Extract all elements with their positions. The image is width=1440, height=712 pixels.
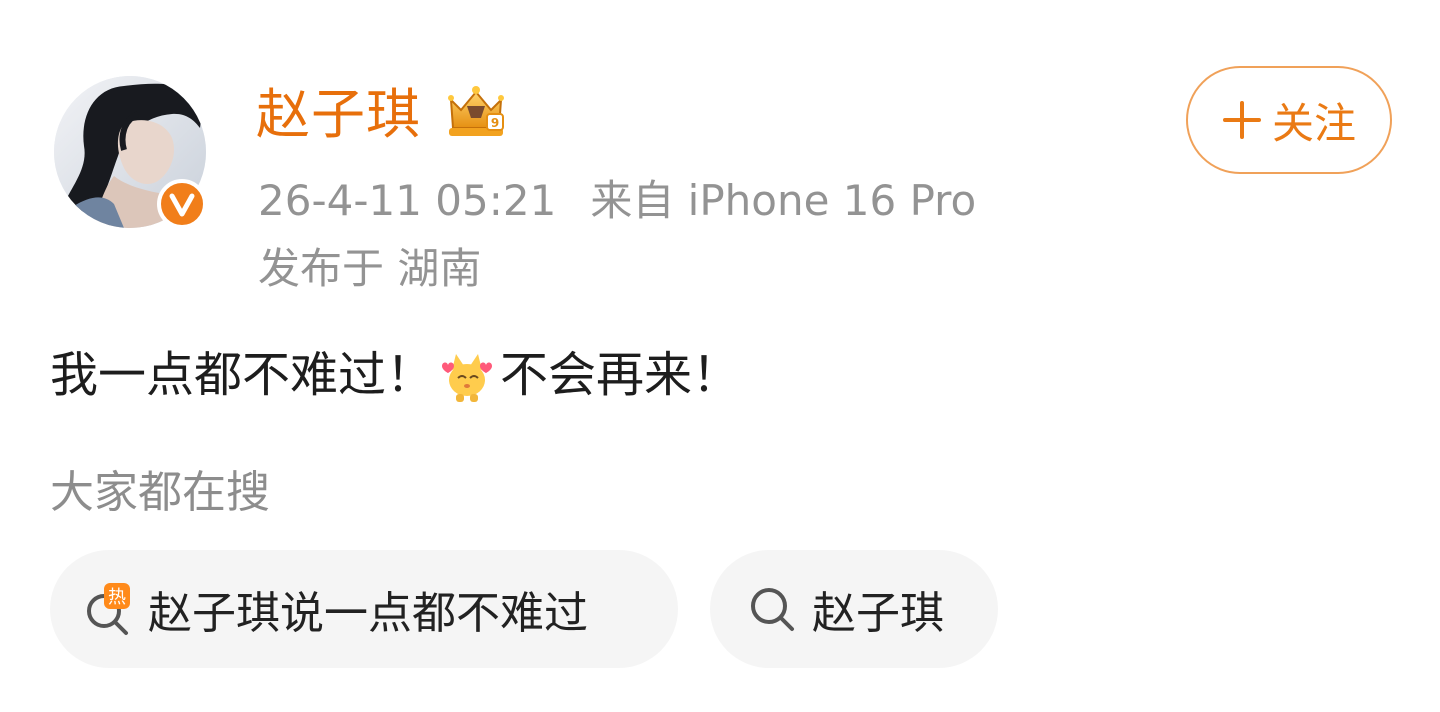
hot-badge: 热 [108,587,126,608]
post-meta: 26-4-11 05:21 来自 iPhone 16 Pro [258,176,976,226]
post-text-part-2: 不会再来！ [500,347,741,403]
plus-icon [1222,101,1261,139]
crown-level-icon[interactable]: 9 [441,84,511,142]
cat-heart-emoji [442,354,493,402]
verified-v-icon [157,179,207,229]
post-text-part-1: 我一点都不难过！ [50,347,435,403]
follow-button[interactable]: 关注 [1186,66,1392,174]
trending-title: 大家都在搜 [50,467,270,518]
follow-label: 关注 [1271,98,1356,148]
trending-chip-search[interactable]: 赵子琪 [710,550,998,668]
hot-search-icon: 热 [87,583,130,635]
post-content: 我一点都不难过！ 不会再来！ [50,344,740,406]
trending-chip-label: 赵子琪 [812,588,944,639]
trending-chip-hot[interactable]: 热 赵子琪说一点都不难过 [50,550,678,668]
author-name[interactable]: 赵子琪 [256,84,421,146]
svg-text:9: 9 [491,116,499,130]
search-icon [751,588,794,631]
author-avatar[interactable] [54,76,207,229]
post-source: 来自 iPhone 16 Pro [590,176,977,225]
post-location: 发布于 湖南 [258,244,482,293]
post-timestamp: 26-4-11 05:21 [258,176,557,225]
trending-chip-label: 赵子琪说一点都不难过 [148,588,588,639]
